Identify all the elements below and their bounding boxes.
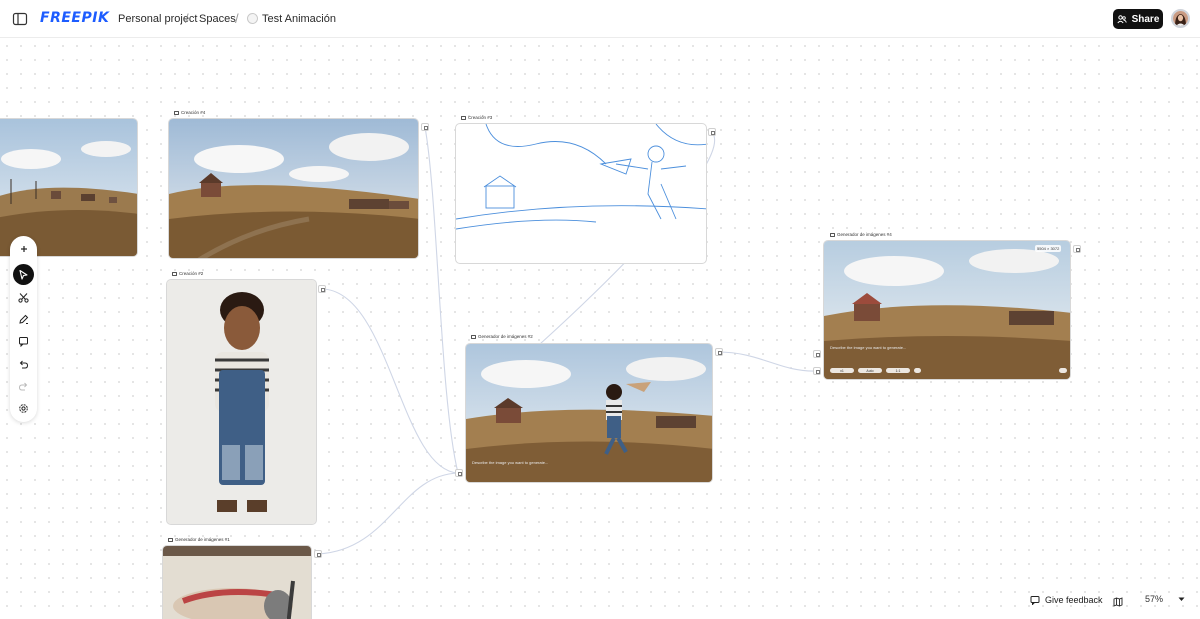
output-port[interactable]: [708, 128, 716, 136]
map-icon: [1113, 597, 1123, 607]
settings-tool[interactable]: [13, 398, 34, 419]
zoom-control[interactable]: 57%: [1145, 594, 1185, 604]
feedback-icon: [1030, 596, 1040, 605]
left-toolbar: [10, 236, 37, 422]
breadcrumb-separator: /: [185, 11, 189, 26]
node-image[interactable]: [162, 545, 312, 619]
output-port[interactable]: [1073, 245, 1081, 253]
comment-tool[interactable]: [13, 331, 34, 352]
settings-icon: [19, 404, 28, 413]
select-icon: [19, 269, 28, 280]
image-node-icon: [172, 271, 177, 276]
dimensions-badge: 5504 × 3072: [1035, 245, 1062, 252]
redo-tool[interactable]: [13, 376, 34, 397]
node-image[interactable]: [166, 279, 317, 525]
output-port[interactable]: [421, 123, 429, 131]
scissors-tool[interactable]: [13, 287, 34, 308]
input-port[interactable]: [455, 469, 463, 477]
app-root: FREEPIK Personal project / Spaces / Test…: [0, 0, 1200, 619]
image-node-icon: [168, 537, 173, 542]
output-port[interactable]: [715, 348, 723, 356]
add-icon: [20, 245, 27, 252]
node-title-text: Creación #3: [468, 115, 493, 120]
image-node-icon: [461, 115, 466, 120]
count-chip[interactable]: x1: [830, 368, 854, 373]
settings-chip[interactable]: [914, 368, 921, 373]
node-title-text: Generador de imágenes #4: [837, 232, 892, 237]
top-bar: FREEPIK Personal project / Spaces / Test…: [0, 0, 1200, 38]
avatar[interactable]: [1171, 9, 1190, 28]
prompt-placeholder[interactable]: Describe the image you want to generate.…: [830, 345, 906, 350]
undo-icon: [19, 360, 29, 369]
node-title: Creación #3: [461, 115, 492, 120]
share-label: Share: [1131, 13, 1160, 25]
node-title-text: Generador de imágenes #1: [175, 537, 230, 542]
node-title: Creación #2: [172, 271, 203, 276]
zoom-level: 57%: [1145, 594, 1164, 604]
scissors-icon: [18, 293, 29, 303]
input-port[interactable]: [813, 367, 821, 375]
mode-chip[interactable]: Auto: [858, 368, 882, 373]
node-title-text: Creación #2: [179, 271, 204, 276]
sidebar-toggle-icon[interactable]: [12, 11, 28, 27]
node-title: Generador de imágenes #4: [830, 232, 892, 237]
output-port[interactable]: [314, 550, 322, 558]
chevron-down-icon: [1178, 597, 1185, 601]
pen-tool[interactable]: [13, 309, 34, 330]
breadcrumb-separator: /: [235, 11, 239, 26]
breadcrumb-project-name[interactable]: Test Animación: [262, 13, 336, 25]
node-title: Generador de imágenes #2: [471, 334, 533, 339]
redo-icon: [18, 382, 28, 391]
select-tool[interactable]: [13, 264, 34, 285]
node-image[interactable]: Describe the image you want to generate.…: [465, 343, 713, 483]
share-users-icon: [1116, 14, 1127, 23]
project-icon: [247, 13, 258, 24]
prompt-placeholder[interactable]: Describe the image you want to generate.…: [472, 460, 548, 465]
node-title: Generador de imágenes #1: [168, 537, 230, 542]
freepik-logo[interactable]: FREEPIK: [40, 10, 109, 26]
add-tool[interactable]: [13, 238, 34, 259]
input-port[interactable]: [813, 350, 821, 358]
ratio-chip[interactable]: 1:1: [886, 368, 910, 373]
feedback-label: Give feedback: [1045, 595, 1103, 605]
minimap-button[interactable]: [1113, 594, 1123, 607]
share-button[interactable]: Share: [1113, 9, 1163, 29]
node-title-text: Generador de imágenes #2: [478, 334, 533, 339]
comment-icon: [19, 337, 28, 347]
breadcrumb-spaces[interactable]: Spaces: [199, 13, 236, 25]
undo-tool[interactable]: [13, 354, 34, 375]
node-image[interactable]: 5504 × 3072 Describe the image you want …: [823, 240, 1071, 380]
pen-icon: [19, 314, 29, 324]
node-title-text: Creación #4: [181, 110, 206, 115]
image-node-icon: [174, 110, 179, 115]
give-feedback-button[interactable]: Give feedback: [1030, 594, 1103, 606]
node-image[interactable]: [168, 118, 419, 259]
output-port[interactable]: [318, 285, 326, 293]
node-title: Creación #4: [174, 110, 205, 115]
generate-button[interactable]: [1059, 368, 1067, 373]
image-node-icon: [471, 334, 476, 339]
image-node-icon: [830, 232, 835, 237]
node-image[interactable]: [455, 123, 707, 264]
